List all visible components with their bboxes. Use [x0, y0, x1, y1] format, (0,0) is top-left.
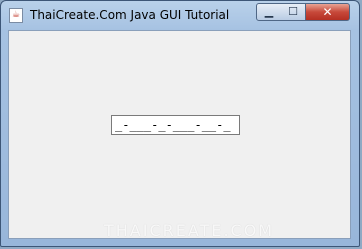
- content-panel: _-___-_-___-__-_ THAICREATE.COM: [8, 30, 351, 240]
- app-window: ☕ ThaiCreate.Com Java GUI Tutorial ▁ ☐ ✕…: [0, 0, 360, 247]
- close-button[interactable]: ✕: [305, 3, 350, 21]
- maximize-button[interactable]: ☐: [281, 3, 306, 21]
- minimize-button[interactable]: ▁: [256, 3, 282, 21]
- java-cup-icon[interactable]: ☕: [9, 8, 23, 23]
- masked-text-field[interactable]: _-___-_-___-__-_: [111, 115, 240, 135]
- title-bar[interactable]: ☕ ThaiCreate.Com Java GUI Tutorial ▁ ☐ ✕: [1, 1, 359, 29]
- maximize-icon: ☐: [288, 5, 298, 18]
- window-title: ThaiCreate.Com Java GUI Tutorial: [30, 8, 230, 22]
- minimize-icon: ▁: [264, 5, 274, 18]
- close-icon: ✕: [322, 5, 333, 19]
- watermark-text: THAICREATE.COM: [104, 221, 275, 240]
